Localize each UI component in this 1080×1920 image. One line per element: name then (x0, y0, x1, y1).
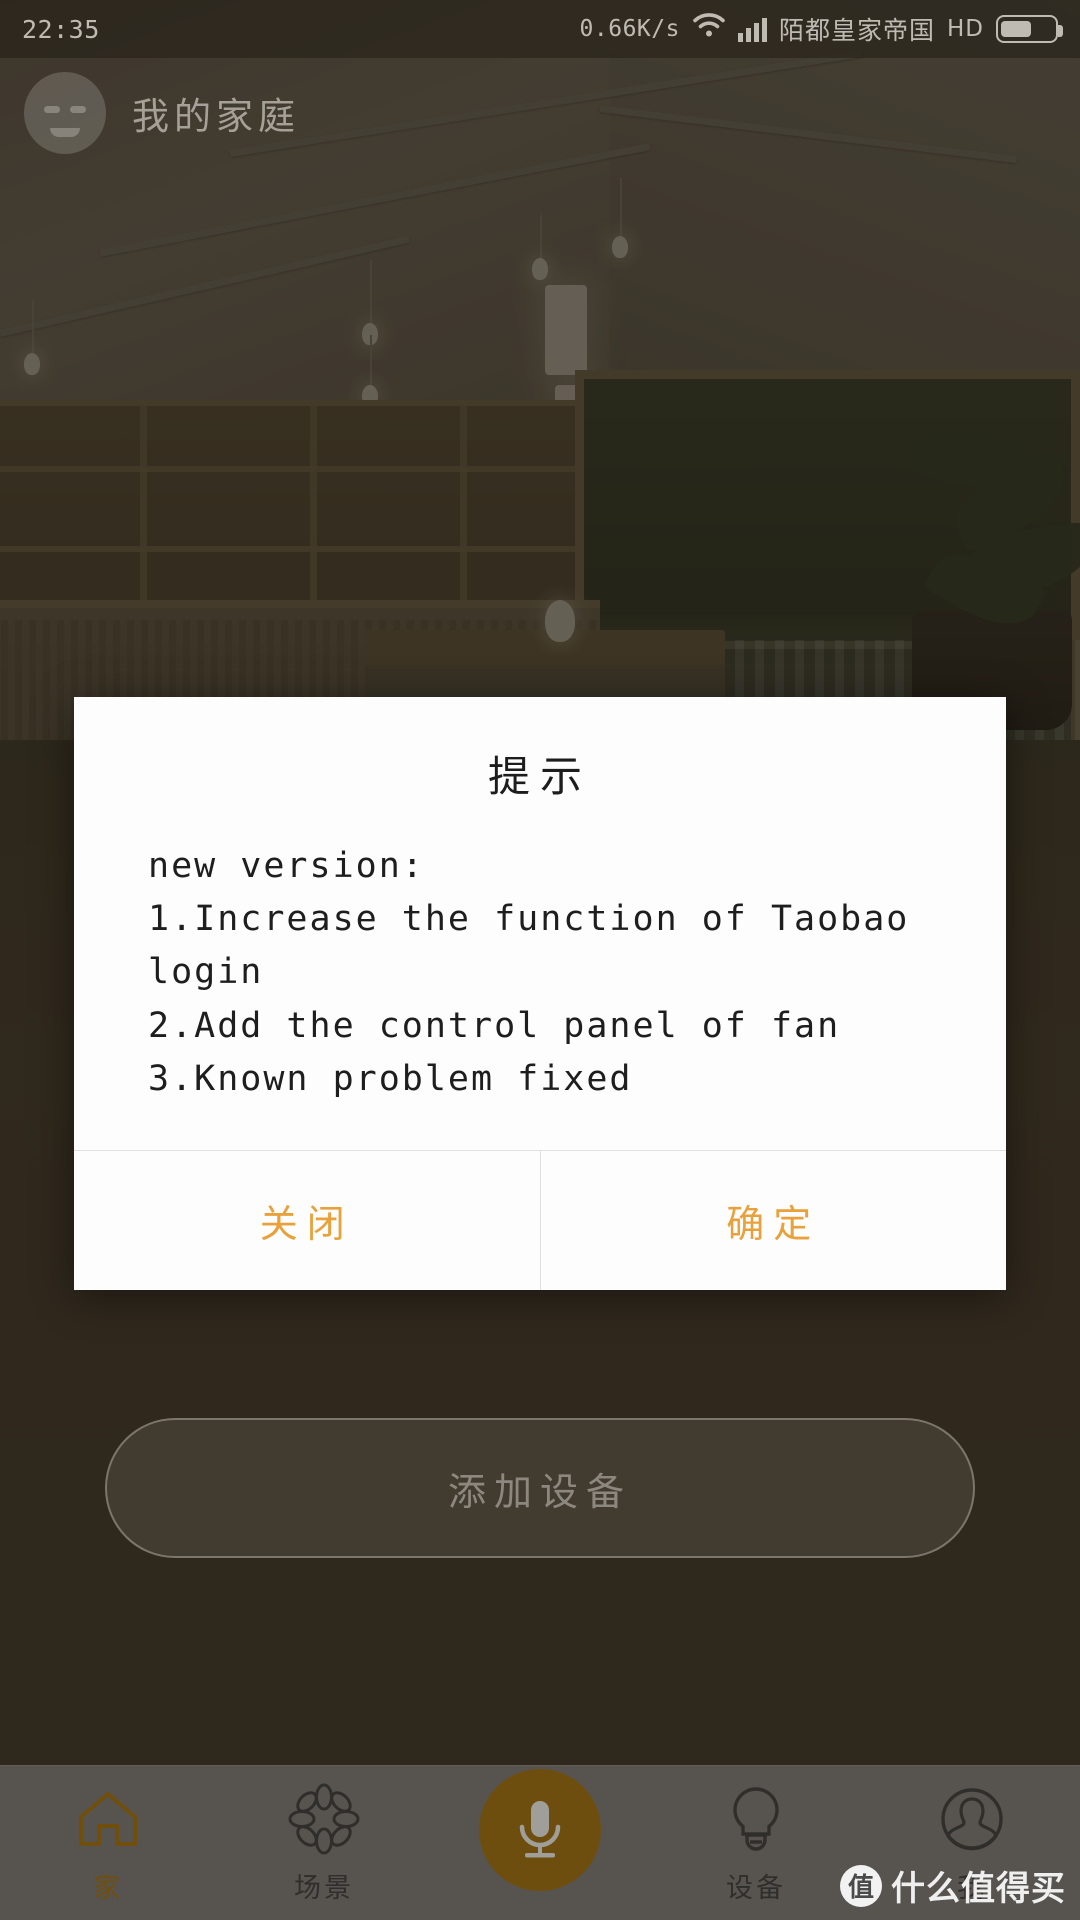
dialog-close-button[interactable]: 关闭 (74, 1151, 540, 1290)
dialog-body-text: new version: 1.Increase the function of … (148, 846, 910, 1099)
watermark: 值 什么值得买 (840, 1861, 1066, 1910)
watermark-text: 什么值得买 (891, 1869, 1066, 1909)
watermark-badge-icon: 值 (840, 1864, 882, 1907)
update-notice-dialog: 提示 new version: 1.Increase the function … (74, 697, 1006, 1290)
dialog-title: 提示 (487, 752, 592, 801)
dialog-body: new version: 1.Increase the function of … (74, 814, 1006, 1150)
dialog-confirm-button[interactable]: 确定 (541, 1151, 1007, 1290)
app-screen: 22:35 0.66K/s 陌都皇家帝国 HD 我的家庭 添加设备 家 场景 设… (0, 0, 1080, 1920)
dialog-actions: 关闭 确定 (74, 1149, 1007, 1290)
